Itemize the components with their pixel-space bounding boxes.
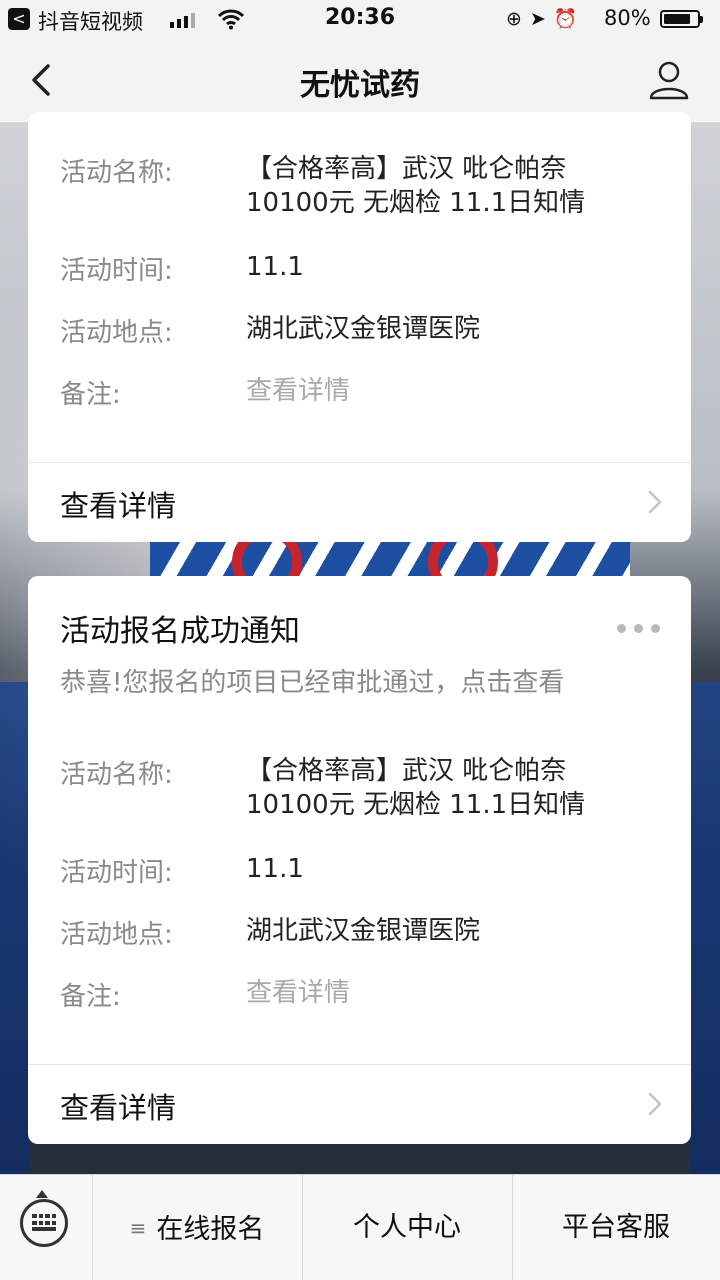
- activity-name-row: 活动名称: 【合格率高】武汉 吡仑帕奈 10100元 无烟检 11.1日知情: [60, 152, 660, 222]
- menu-online-signup[interactable]: ≡ 在线报名: [92, 1175, 303, 1280]
- keyboard-toggle-button[interactable]: [0, 1175, 93, 1280]
- activity-name-value: 【合格率高】武汉 吡仑帕奈 10100元 无烟检 11.1日知情: [246, 756, 586, 820]
- alarm-icon: ⏰: [553, 8, 586, 30]
- status-icons: ⊕➤⏰: [506, 7, 586, 30]
- page-title: 无忧试药: [300, 68, 420, 103]
- menu-personal-center-label: 个人中心: [353, 1212, 461, 1243]
- menu-online-signup-label: 在线报名: [156, 1214, 265, 1245]
- view-details-link[interactable]: 查看详情: [28, 463, 691, 542]
- activity-location-row: 活动地点: 湖北武汉金银谭医院: [60, 312, 660, 348]
- remarks-row: 备注: 查看详情: [60, 976, 660, 1012]
- activity-name-value: 【合格率高】武汉 吡仑帕奈 10100元 无烟检 11.1日知情: [246, 154, 586, 218]
- chevron-right-icon: [648, 490, 662, 514]
- battery-percentage: 80%: [604, 6, 651, 30]
- battery-fill: [664, 14, 690, 24]
- menu-personal-center[interactable]: 个人中心: [302, 1175, 513, 1280]
- background-edge-right: [690, 682, 720, 1174]
- activity-time-row: 活动时间: 11.1: [60, 852, 660, 888]
- activity-time-label: 活动时间:: [60, 256, 173, 286]
- nav-bar: 无忧试药: [0, 40, 720, 123]
- rotation-lock-icon: ⊕: [506, 8, 530, 30]
- activity-name-label: 活动名称:: [60, 760, 173, 790]
- activity-time-value: 11.1: [246, 854, 304, 884]
- view-details-label: 查看详情: [60, 1091, 177, 1125]
- background-stripes: [150, 542, 630, 576]
- keyboard-icon: [20, 1190, 68, 1247]
- notification-card[interactable]: 活动名称: 【合格率高】武汉 吡仑帕奈 10100元 无烟检 11.1日知情 活…: [28, 112, 691, 542]
- activity-location-value: 湖北武汉金银谭医院: [246, 916, 481, 946]
- user-profile-icon[interactable]: [648, 58, 690, 102]
- activity-time-row: 活动时间: 11.1: [60, 250, 660, 286]
- bottom-menu-bar: ≡ 在线报名 个人中心 平台客服: [0, 1174, 720, 1280]
- notification-card[interactable]: 活动报名成功通知 恭喜!您报名的项目已经审批通过，点击查看 活动名称: 【合格率…: [28, 576, 691, 1144]
- activity-name-label: 活动名称:: [60, 158, 173, 188]
- view-details-label: 查看详情: [60, 489, 177, 523]
- remarks-row: 备注: 查看详情: [60, 374, 660, 410]
- menu-customer-service[interactable]: 平台客服: [512, 1175, 720, 1280]
- view-details-link[interactable]: 查看详情: [28, 1065, 691, 1144]
- activity-location-value: 湖北武汉金银谭医院: [246, 314, 481, 344]
- remarks-label: 备注:: [60, 380, 121, 410]
- submenu-icon: ≡: [129, 1216, 147, 1240]
- chevron-right-icon: [648, 1092, 662, 1116]
- activity-time-label: 活动时间:: [60, 858, 173, 888]
- status-bar: < 抖音短视频 20:36 ⊕➤⏰ 80%: [0, 0, 720, 40]
- battery-icon: [660, 10, 703, 28]
- remarks-value: 查看详情: [246, 376, 351, 406]
- remarks-value: 查看详情: [246, 978, 351, 1008]
- notification-title: 活动报名成功通知: [60, 614, 300, 649]
- activity-location-label: 活动地点:: [60, 920, 173, 950]
- activity-name-row: 活动名称: 【合格率高】武汉 吡仑帕奈 10100元 无烟检 11.1日知情: [60, 754, 660, 824]
- remarks-label: 备注:: [60, 982, 121, 1012]
- more-options-icon[interactable]: [617, 624, 661, 638]
- location-icon: ➤: [529, 8, 554, 30]
- background-edge-left: [0, 682, 30, 1174]
- notification-subtitle: 恭喜!您报名的项目已经审批通过，点击查看: [60, 668, 565, 698]
- activity-time-value: 11.1: [246, 252, 304, 282]
- activity-location-row: 活动地点: 湖北武汉金银谭医院: [60, 914, 660, 950]
- menu-customer-service-label: 平台客服: [562, 1212, 670, 1243]
- activity-location-label: 活动地点:: [60, 318, 173, 348]
